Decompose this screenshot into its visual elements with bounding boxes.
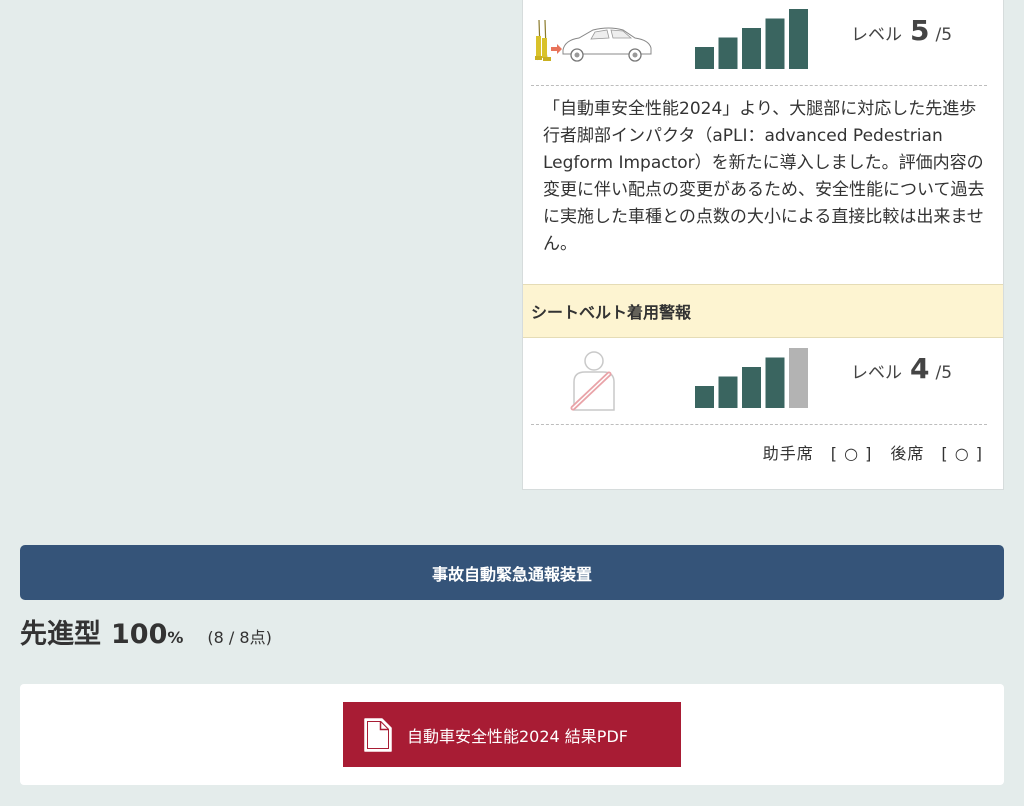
level-bar-2 bbox=[718, 376, 738, 408]
ecall-score: 先進型 100% (8 / 8点) bbox=[20, 612, 272, 651]
level-label: レベル bbox=[851, 25, 902, 45]
passenger-seat-status: 助手席 [ ○ ] bbox=[762, 444, 873, 463]
level-bar-3 bbox=[742, 28, 761, 69]
level-bar-1 bbox=[695, 47, 714, 69]
result-pdf-label: 自動車安全性能2024 結果PDF bbox=[407, 726, 628, 746]
safety-card: レベル 5/5 「自動車安全性能2024」より、大腿部に対応した先進歩行者脚部イン… bbox=[522, 0, 1004, 490]
level-label: レベル bbox=[851, 363, 902, 383]
seatbelt-person-icon bbox=[565, 350, 625, 412]
ecall-type-label: 先進型 bbox=[20, 619, 101, 650]
level-denominator: /5 bbox=[935, 25, 953, 45]
pedestrian-legform-car-icon bbox=[531, 16, 655, 66]
level-bar-1 bbox=[695, 386, 714, 408]
level-bar-4 bbox=[765, 357, 785, 408]
level-value: 5 bbox=[910, 14, 930, 47]
pdf-panel: 自動車安全性能2024 結果PDF bbox=[20, 684, 1004, 785]
rear-seat-status: 後席 [ ○ ] bbox=[890, 444, 983, 463]
ecall-percent-value: 100 bbox=[111, 619, 168, 650]
level-bar-3 bbox=[742, 367, 761, 408]
legform-level: レベル 5/5 bbox=[851, 14, 952, 47]
seatbelt-rating-row: レベル 4/5 bbox=[531, 338, 987, 425]
document-icon bbox=[363, 717, 393, 753]
seat-status: 助手席 [ ○ ] 後席 [ ○ ] bbox=[763, 440, 983, 464]
legform-level-bars bbox=[693, 7, 817, 71]
level-value: 4 bbox=[910, 352, 930, 385]
seatbelt-level: レベル 4/5 bbox=[851, 352, 952, 385]
legform-rating-row: レベル 5/5 bbox=[531, 0, 987, 86]
seatbelt-section-title: シートベルト着用警報 bbox=[523, 284, 1003, 338]
level-bar-4 bbox=[765, 18, 785, 69]
level-bar-5 bbox=[789, 348, 808, 408]
legform-note: 「自動車安全性能2024」より、大腿部に対応した先進歩行者脚部インパクタ（aPL… bbox=[543, 99, 985, 254]
level-denominator: /5 bbox=[935, 363, 953, 383]
level-bar-5 bbox=[789, 9, 808, 69]
level-bar-2 bbox=[718, 37, 738, 69]
seatbelt-level-bars bbox=[693, 346, 817, 410]
result-pdf-button[interactable]: 自動車安全性能2024 結果PDF bbox=[343, 702, 681, 767]
ecall-percent-sign: % bbox=[167, 628, 184, 647]
ecall-points: (8 / 8点) bbox=[207, 628, 272, 647]
ecall-section-banner: 事故自動緊急通報装置 bbox=[20, 545, 1004, 600]
